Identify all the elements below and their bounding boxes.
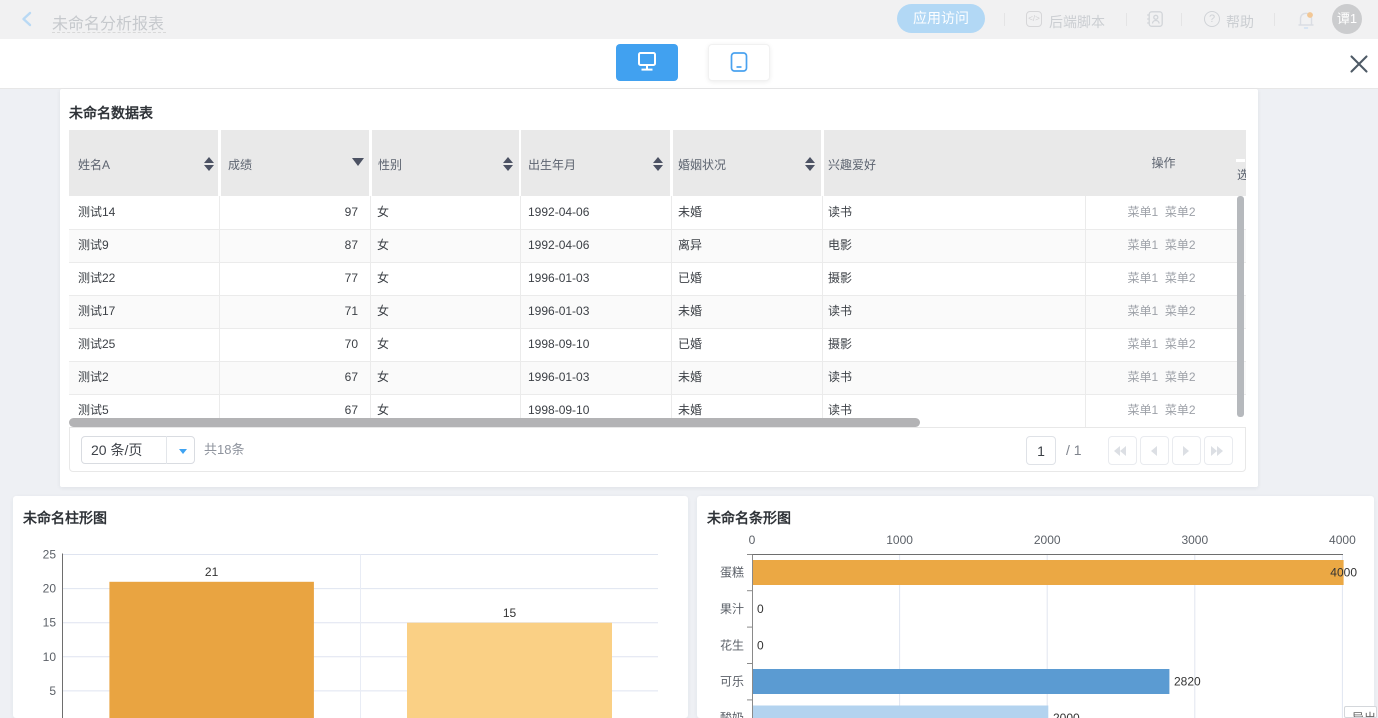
svg-text:5: 5: [49, 684, 56, 698]
svg-text:15: 15: [503, 606, 517, 620]
svg-text:21: 21: [205, 565, 219, 579]
svg-text:2000: 2000: [1034, 533, 1061, 547]
svg-text:花生: 花生: [720, 638, 744, 653]
svg-text:4000: 4000: [1329, 533, 1356, 547]
svg-text:0: 0: [757, 602, 764, 616]
svg-text:0: 0: [757, 639, 764, 653]
svg-text:4000: 4000: [1330, 566, 1357, 580]
svg-text:酸奶: 酸奶: [720, 710, 744, 718]
svg-text:10: 10: [43, 650, 57, 664]
svg-text:2000: 2000: [1053, 711, 1080, 718]
svg-text:2820: 2820: [1174, 675, 1201, 689]
svg-text:蛋糕: 蛋糕: [720, 566, 744, 580]
svg-text:1000: 1000: [886, 533, 913, 547]
svg-text:可乐: 可乐: [720, 675, 744, 689]
svg-text:15: 15: [43, 616, 57, 630]
svg-text:25: 25: [43, 548, 57, 562]
svg-text:3000: 3000: [1181, 533, 1208, 547]
svg-text:20: 20: [43, 582, 57, 596]
svg-text:果汁: 果汁: [720, 602, 744, 616]
svg-text:0: 0: [749, 533, 756, 547]
